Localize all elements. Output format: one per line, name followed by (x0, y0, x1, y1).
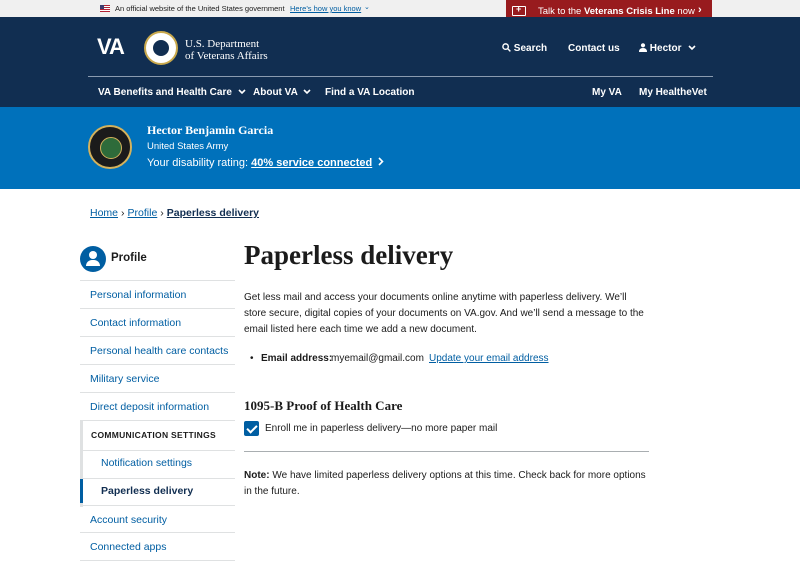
email-label: Email address: (261, 353, 333, 364)
search-button[interactable]: Search (502, 43, 547, 54)
update-email-link[interactable]: Update your email address (429, 353, 549, 364)
sidebar-group-heading: COMMUNICATION SETTINGS (91, 430, 216, 440)
enroll-checkbox[interactable] (244, 421, 259, 436)
us-flag-icon (100, 5, 110, 12)
sidebar-item-contact-information[interactable]: Contact information (80, 309, 235, 337)
breadcrumb: Home › Profile › Paperless delivery (90, 207, 260, 219)
chevron-down-icon (238, 89, 246, 95)
sidebar-group-communication: COMMUNICATION SETTINGS Notification sett… (80, 421, 235, 507)
department-name[interactable]: U.S. Department of Veterans Affairs (185, 38, 268, 62)
chevron-right-icon (378, 157, 384, 166)
nav-my-healthevet[interactable]: My HealtheVet (639, 87, 707, 98)
chevron-down-icon[interactable]: ⌄ (364, 3, 370, 11)
search-icon (502, 43, 511, 52)
enroll-checkbox-label[interactable]: Enroll me in paperless delivery—no more … (265, 423, 497, 434)
section-heading: 1095-B Proof of Health Care (244, 398, 403, 413)
email-value: myemail@gmail.com (331, 353, 424, 364)
disability-rating: Your disability rating: 40% service conn… (147, 157, 384, 169)
breadcrumb-home[interactable]: Home (90, 207, 118, 219)
breadcrumb-profile[interactable]: Profile (128, 207, 158, 219)
sidebar-header: Profile (80, 245, 235, 281)
chevron-down-icon (303, 89, 311, 95)
header-divider (88, 76, 713, 77)
va-logo[interactable]: VA (97, 34, 125, 60)
nav-find-location[interactable]: Find a VA Location (325, 87, 414, 98)
veteran-name: Hector Benjamin Garcia (147, 123, 274, 137)
sidebar-item-paperless-delivery[interactable]: Paperless delivery (101, 485, 193, 497)
intro-text: Get less mail and access your documents … (244, 292, 644, 335)
chevron-right-icon: › (698, 4, 702, 16)
sidebar-item-direct-deposit[interactable]: Direct deposit information (80, 393, 235, 421)
site-header: VA U.S. Department of Veterans Affairs S… (0, 17, 800, 107)
sidebar-item-notification-settings[interactable]: Notification settings (101, 457, 192, 469)
user-icon (639, 43, 647, 52)
content-divider (244, 451, 649, 452)
nav-benefits[interactable]: VA Benefits and Health Care (98, 87, 246, 98)
disability-rating-link[interactable]: 40% service connected (251, 157, 372, 169)
chevron-down-icon (688, 45, 696, 51)
profile-icon (80, 246, 106, 272)
nav-my-va[interactable]: My VA (592, 87, 622, 98)
crisis-line-icon (512, 4, 526, 16)
service-branch: United States Army (147, 141, 229, 152)
va-seal-icon[interactable] (144, 31, 178, 65)
breadcrumb-current[interactable]: Paperless delivery (167, 207, 259, 219)
sidebar-item-account-security[interactable]: Account security (80, 505, 235, 533)
contact-us-link[interactable]: Contact us (568, 43, 620, 54)
sidebar-item-health-care-contacts[interactable]: Personal health care contacts (80, 337, 235, 365)
gov-banner-text: An official website of the United States… (115, 4, 285, 13)
note-text: Note: We have limited paperless delivery… (244, 470, 646, 497)
page-title: Paperless delivery (244, 240, 454, 270)
sidebar-title: Profile (111, 252, 147, 264)
army-emblem-icon (88, 125, 132, 169)
how-you-know-link[interactable]: Here’s how you know (290, 4, 361, 13)
sidebar-item-military-service[interactable]: Military service (80, 365, 235, 393)
profile-banner: Hector Benjamin Garcia United States Arm… (0, 107, 800, 189)
sidebar-item-personal-information[interactable]: Personal information (80, 281, 235, 309)
active-indicator (80, 479, 83, 503)
user-menu-button[interactable]: Hector (639, 43, 696, 54)
nav-about-va[interactable]: About VA (253, 87, 311, 98)
crisis-line-text: Talk to the Veterans Crisis Line now (538, 6, 695, 17)
sidebar-item-connected-apps[interactable]: Connected apps (80, 533, 235, 561)
